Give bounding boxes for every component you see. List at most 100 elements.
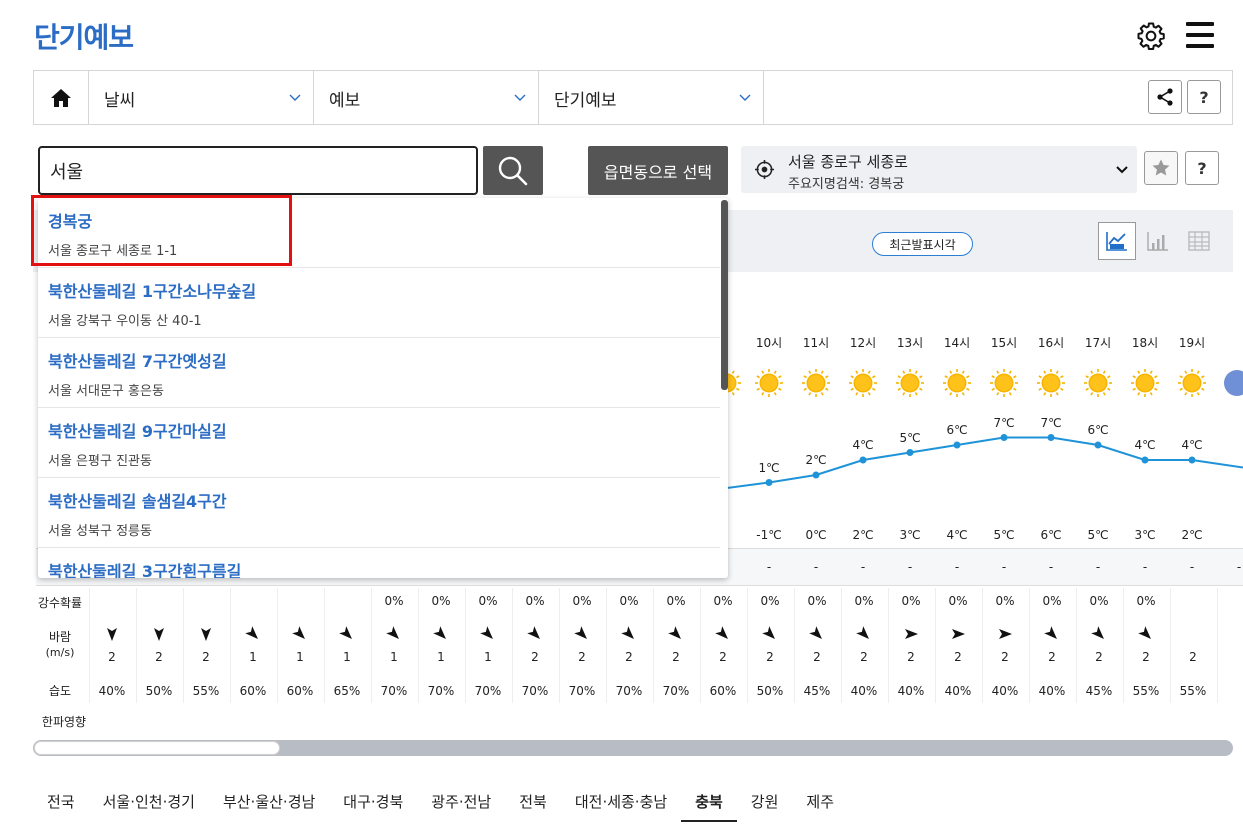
precip-prob-cell: 0% (478, 594, 498, 608)
autocomplete-item[interactable]: 북한산둘레길 7구간옛성길 서울 서대문구 홍은동 (38, 338, 720, 408)
cold-wave-label: 한파영향 (41, 715, 87, 729)
temperature-point (906, 449, 914, 456)
nav-dropdown-label: 단기예보 (554, 91, 617, 111)
star-icon (1152, 159, 1170, 176)
region-tab[interactable]: 전국 (33, 786, 89, 822)
temperature-label: 5℃ (899, 430, 921, 445)
breadcrumb-nav: 날씨 예보 단기예보 ? (33, 70, 1233, 125)
humidity-cell: 70% (568, 684, 596, 698)
autocomplete-item[interactable]: 북한산둘레길 9구간마실길 서울 은평구 진관동 (38, 408, 720, 478)
precip-prob-cell: 0% (525, 594, 545, 608)
nav-tools: ? (764, 71, 1232, 124)
region-tab[interactable]: 제주 (792, 786, 848, 822)
location-landmark: 주요지명검색: 경복궁 (788, 177, 905, 192)
region-tab[interactable]: 강원 (737, 786, 793, 822)
region-tab[interactable]: 서울·인천·경기 (89, 786, 209, 822)
precipitation-cell: - (1236, 560, 1242, 574)
bar-view-button[interactable] (1139, 222, 1177, 260)
temperature-point (812, 471, 820, 479)
location-help-button[interactable]: ? (1185, 151, 1219, 185)
graph-view-button[interactable] (1098, 222, 1136, 260)
precipitation-cell: - (1189, 560, 1195, 574)
precip-prob-cell: 0% (619, 594, 639, 608)
favorite-button[interactable] (1144, 151, 1178, 185)
nav-dropdown-short-term[interactable]: 단기예보 (539, 71, 764, 124)
wind-direction-icon (574, 626, 587, 639)
sunny-icon (802, 369, 830, 397)
nav-dropdown-weather[interactable]: 날씨 (89, 71, 314, 124)
autocomplete-item-name: 북한산둘레길 3구간흰구름길 (48, 562, 242, 578)
precip-prob-cell: 0% (713, 594, 733, 608)
home-icon (51, 88, 71, 107)
search-button[interactable] (483, 146, 543, 195)
temperature-label: 7℃ (993, 415, 1015, 430)
hamburger-menu-icon[interactable] (1186, 22, 1214, 48)
region-tab[interactable]: 부산·울산·경남 (209, 786, 329, 822)
humidity-cell: 70% (380, 684, 408, 698)
wind-speed-cell: 2 (813, 650, 821, 664)
recent-release-button[interactable]: 최근발표시각 (872, 232, 973, 256)
autocomplete-item-address: 서울 은평구 진관동 (48, 454, 152, 469)
region-tab[interactable]: 전북 (505, 786, 561, 822)
hour-label: 19시 (1178, 336, 1206, 350)
hour-label: 13시 (896, 336, 924, 350)
region-tab[interactable]: 대전·세종·충남 (561, 786, 681, 822)
autocomplete-item-address: 서울 성북구 정릉동 (48, 524, 152, 539)
temperature-label: 4℃ (1181, 438, 1203, 452)
autocomplete-item[interactable]: 경복궁 서울 종로구 세종로 1-1 (38, 198, 720, 268)
home-button[interactable] (34, 71, 89, 124)
wind-speed-cell: 1 (296, 650, 304, 664)
humidity-cell: 40% (98, 684, 126, 698)
region-tabs: 전국 서울·인천·경기 부산·울산·경남 대구·경북 광주·전남 전북 대전·세종·충남 충북… (33, 786, 848, 822)
sunny-icon (943, 369, 971, 397)
share-icon (1157, 88, 1173, 106)
autocomplete-item[interactable]: 북한산둘레길 3구간흰구름길 (38, 548, 720, 578)
region-tab[interactable]: 대구·경북 (329, 786, 417, 822)
help-button[interactable]: ? (1187, 80, 1221, 114)
humidity-cell: 70% (615, 684, 643, 698)
wind-speed-cell: 2 (531, 650, 539, 664)
nav-dropdown-forecast[interactable]: 예보 (314, 71, 539, 124)
dropdown-scrollbar[interactable] (720, 198, 728, 578)
wind-direction-icon (856, 626, 869, 639)
precip-prob-cell: 0% (666, 594, 686, 608)
wind-speed-cell: 1 (437, 650, 445, 664)
nav-dropdown-label: 예보 (329, 91, 361, 111)
region-tab[interactable]: 충북 (681, 786, 737, 822)
humidity-cell: 40% (991, 684, 1019, 698)
precip-prob-cell: 0% (854, 594, 874, 608)
temperature-point (953, 441, 961, 449)
wind-direction-icon (905, 629, 918, 639)
humidity-cell: 65% (333, 684, 361, 698)
precip-prob-cell: 0% (760, 594, 780, 608)
temperature-label: 4℃ (852, 438, 874, 452)
temperature-label: 1℃ (758, 460, 780, 475)
precip-prob-cell: 0% (948, 594, 968, 608)
autocomplete-item-address: 서울 종로구 세종로 1-1 (48, 244, 178, 259)
wind-unit-label: (m/s) (45, 646, 75, 659)
table-view-button[interactable] (1180, 222, 1218, 260)
autocomplete-item[interactable]: 북한산둘레길 솔샘길4구간 서울 성북구 정릉동 (38, 478, 720, 548)
wind-speed-cell: 2 (1001, 650, 1009, 664)
wind-direction-icon (1138, 626, 1151, 639)
precipitation-cell: - (1095, 560, 1101, 574)
humidity-cell: 70% (521, 684, 549, 698)
share-button[interactable] (1148, 80, 1182, 114)
autocomplete-item[interactable]: 북한산둘레길 1구간소나무숲길 서울 강북구 우이동 산 40-1 (38, 268, 720, 338)
precip-prob-cell: 0% (1136, 594, 1156, 608)
region-tab[interactable]: 광주·전남 (417, 786, 505, 822)
location-selector[interactable]: 서울 종로구 세종로 주요지명검색: 경복궁 (741, 146, 1137, 193)
min-temperature-label: 4℃ (946, 528, 968, 542)
wind-direction-icon (621, 626, 634, 639)
scrollbar-thumb[interactable] (34, 741, 280, 755)
select-by-district-button[interactable]: 읍면동으로 선택 (588, 146, 728, 195)
crosshair-icon[interactable] (755, 160, 774, 179)
dropdown-scroll-thumb[interactable] (721, 200, 728, 390)
gear-icon[interactable] (1136, 21, 1166, 51)
wind-direction-icon (386, 626, 399, 639)
hour-label: 11시 (802, 336, 830, 350)
search-input[interactable]: 서울 (38, 146, 478, 195)
forecast-scrollbar[interactable] (33, 740, 1233, 756)
min-temperature-label: 0℃ (805, 528, 827, 542)
temperature-point (1047, 434, 1055, 441)
